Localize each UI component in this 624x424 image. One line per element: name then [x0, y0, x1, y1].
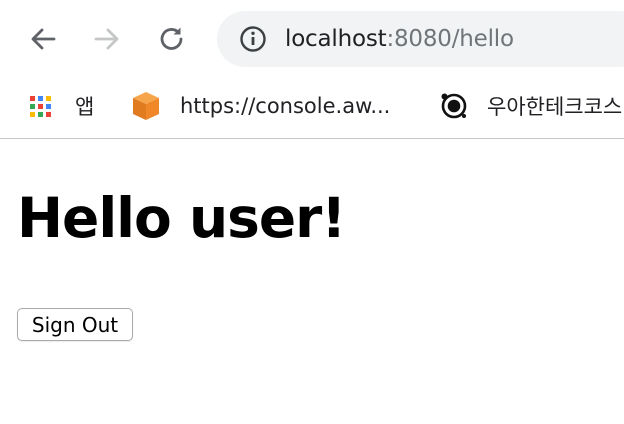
browser-toolbar: localhost:8080/hello — [0, 0, 624, 76]
bookmark-label: https://console.aw... — [180, 94, 391, 118]
sign-out-button[interactable]: Sign Out — [17, 308, 133, 341]
forward-button[interactable] — [87, 19, 127, 59]
apps-grid-icon — [30, 95, 51, 117]
arrow-right-icon — [94, 28, 119, 50]
arrow-left-icon — [31, 28, 56, 50]
url-host: localhost — [285, 26, 387, 52]
target-circle-icon — [441, 93, 467, 119]
bookmarks-bar: 앱 https://console.aw... 우아한테크코스 — [0, 76, 624, 139]
reload-icon — [160, 27, 183, 50]
bookmark-label: 앱 — [75, 95, 95, 119]
reload-button[interactable] — [152, 19, 192, 59]
bookmark-label: 우아한테크코스 — [487, 95, 623, 119]
bookmark-apps[interactable]: 앱 — [30, 86, 94, 126]
page-content: Hello user! Sign Out — [0, 140, 624, 424]
url-path: :8080/hello — [386, 26, 514, 52]
back-button[interactable] — [23, 19, 63, 59]
page-heading: Hello user! — [17, 186, 346, 250]
aws-cube-icon — [133, 92, 159, 120]
info-icon[interactable] — [239, 25, 267, 53]
bookmark-aws-console[interactable]: https://console.aw... — [130, 86, 390, 126]
address-bar[interactable]: localhost:8080/hello — [217, 11, 624, 67]
url-text: localhost:8080/hello — [285, 24, 514, 54]
bookmark-woowa-techcourse[interactable]: 우아한테크코스 — [439, 86, 622, 126]
